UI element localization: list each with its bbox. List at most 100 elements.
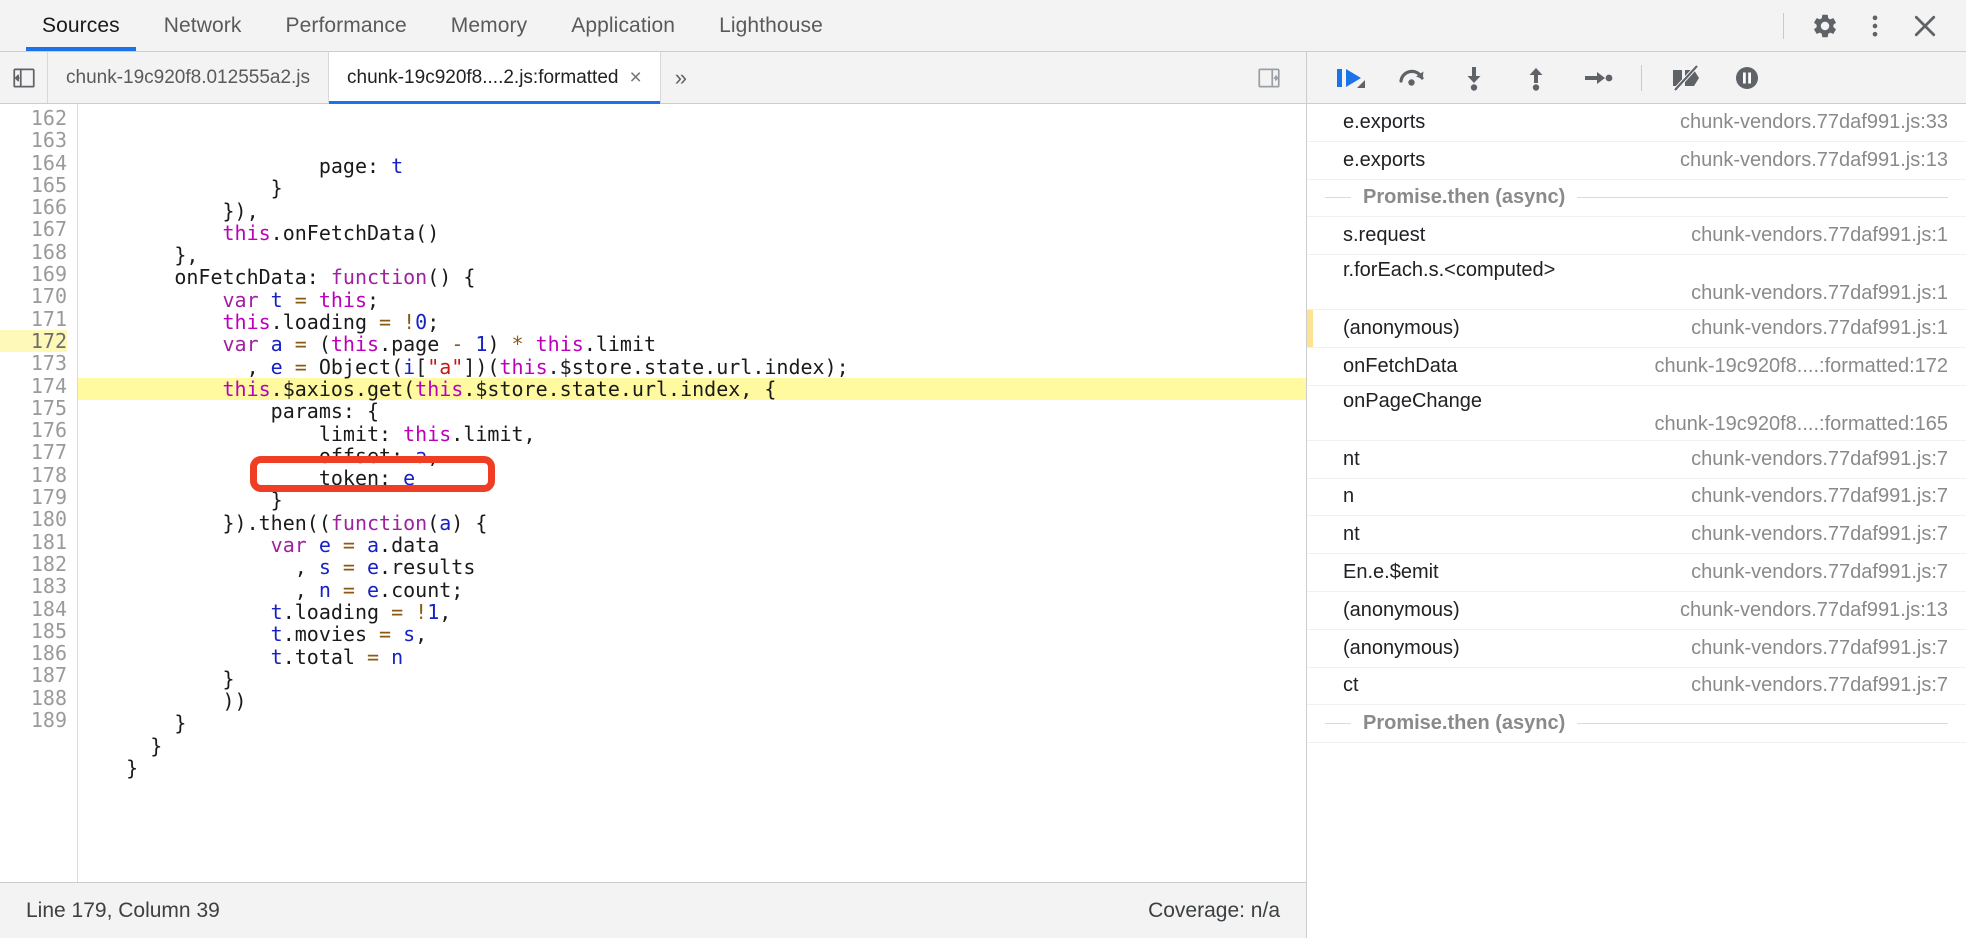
code-editor[interactable]: 162 163 164 165 166 167 168 169 170 171 172 173 174 1… xyxy=(0,104,1306,882)
code-line[interactable]: , s = e.results xyxy=(78,556,1306,578)
code-line[interactable]: page: t xyxy=(78,155,1306,177)
line-number[interactable]: 162 xyxy=(0,107,67,130)
code-line[interactable]: this.loading = !0; xyxy=(78,311,1306,333)
more-options-icon[interactable] xyxy=(1852,3,1898,49)
call-stack-frame[interactable]: onPageChange chunk-19c920f8....:formatted… xyxy=(1307,386,1966,441)
code-line[interactable]: }).then((function(a) { xyxy=(78,512,1306,534)
code-line[interactable]: this.$axios.get(this.$store.state.url.in… xyxy=(78,378,1306,401)
line-number[interactable]: 177 xyxy=(0,441,67,464)
line-number[interactable]: 188 xyxy=(0,686,67,709)
code-line[interactable]: } xyxy=(78,668,1306,690)
call-stack-frame[interactable]: e.exports chunk-vendors.77daf991.js:13 xyxy=(1307,142,1966,180)
panel-tab-application[interactable]: Application xyxy=(549,0,697,51)
call-stack-frame[interactable]: onFetchData chunk-19c920f8....:formatted:… xyxy=(1307,348,1966,386)
call-stack-frame[interactable]: s.request chunk-vendors.77daf991.js:1 xyxy=(1307,217,1966,256)
code-line[interactable]: var e = a.data xyxy=(78,534,1306,556)
line-number[interactable]: 183 xyxy=(0,575,67,598)
call-stack-frame-source: chunk-vendors.77daf991.js:33 xyxy=(1680,110,1948,133)
line-number[interactable]: 165 xyxy=(0,174,67,197)
line-number[interactable]: 181 xyxy=(0,530,67,553)
file-tab[interactable]: chunk-19c920f8.012555a2.js xyxy=(48,52,330,103)
code-line[interactable]: this.onFetchData() xyxy=(78,222,1306,244)
line-number[interactable]: 170 xyxy=(0,285,67,308)
line-number[interactable]: 184 xyxy=(0,597,67,620)
show-source-tabs-icon[interactable] xyxy=(1246,55,1292,101)
code-line[interactable]: } xyxy=(78,712,1306,734)
line-number[interactable]: 167 xyxy=(0,218,67,241)
step-icon[interactable] xyxy=(1573,56,1623,100)
more-file-tabs-icon[interactable]: » xyxy=(661,52,701,103)
call-stack-frame-source: chunk-vendors.77daf991.js:1 xyxy=(1691,282,1948,305)
code-token: var xyxy=(222,332,259,357)
file-tab[interactable]: chunk-19c920f8....2.js:formatted × xyxy=(329,52,661,104)
line-number[interactable]: 169 xyxy=(0,263,67,286)
call-stack-frame[interactable]: (anonymous) chunk-vendors.77daf991.js:13 xyxy=(1307,592,1966,630)
code-content[interactable]: page: t } }), this.onFetchData() }, onFe… xyxy=(78,104,1306,882)
line-number[interactable]: 166 xyxy=(0,196,67,219)
panel-tab-memory[interactable]: Memory xyxy=(429,0,549,51)
line-number[interactable]: 174 xyxy=(0,374,67,397)
call-stack-frame[interactable]: ct chunk-vendors.77daf991.js:7 xyxy=(1307,668,1966,706)
code-line[interactable]: }), xyxy=(78,199,1306,222)
line-number[interactable]: 187 xyxy=(0,664,67,687)
code-line[interactable]: , e = Object(i["a"])(this.$store.state.u… xyxy=(78,356,1306,378)
settings-icon[interactable] xyxy=(1802,3,1848,49)
code-line[interactable]: limit: this.limit, xyxy=(78,422,1306,445)
line-number[interactable]: 164 xyxy=(0,151,67,174)
code-line[interactable]: } xyxy=(78,757,1306,779)
call-stack-frame[interactable]: nt chunk-vendors.77daf991.js:7 xyxy=(1307,516,1966,555)
line-number[interactable]: 172 xyxy=(0,330,67,352)
code-token: a xyxy=(367,533,380,558)
code-line[interactable]: var t = this; xyxy=(78,289,1306,311)
code-line[interactable]: params: { xyxy=(78,400,1306,422)
panel-tab-sources[interactable]: Sources xyxy=(20,0,142,51)
line-number[interactable]: 178 xyxy=(0,463,67,486)
resume-script-execution-icon[interactable] xyxy=(1325,56,1375,100)
code-line[interactable]: token: e xyxy=(78,467,1306,489)
code-line[interactable]: , n = e.count; xyxy=(78,578,1306,601)
panel-tab-network[interactable]: Network xyxy=(142,0,264,51)
line-number[interactable]: 168 xyxy=(0,240,67,263)
code-line[interactable]: } xyxy=(78,177,1306,199)
line-number[interactable]: 171 xyxy=(0,307,67,330)
call-stack-frame[interactable]: r.forEach.s.<computed> chunk-vendors.77da… xyxy=(1307,255,1966,311)
step-over-next-function-call-icon[interactable] xyxy=(1387,56,1437,100)
line-number[interactable]: 180 xyxy=(0,508,67,531)
line-number[interactable]: 189 xyxy=(0,709,67,732)
line-number[interactable]: 176 xyxy=(0,419,67,442)
code-line[interactable]: t.total = n xyxy=(78,645,1306,668)
call-stack-frame[interactable]: e.exports chunk-vendors.77daf991.js:33 xyxy=(1307,104,1966,142)
code-line[interactable]: )) xyxy=(78,690,1306,712)
line-number[interactable]: 179 xyxy=(0,486,67,509)
code-line[interactable]: onFetchData: function() { xyxy=(78,266,1306,288)
panel-tab-performance[interactable]: Performance xyxy=(263,0,428,51)
pause-on-exceptions-icon[interactable] xyxy=(1722,56,1772,100)
code-line[interactable]: t.movies = s, xyxy=(78,623,1306,645)
line-number[interactable]: 185 xyxy=(0,620,67,643)
panel-tab-lighthouse[interactable]: Lighthouse xyxy=(697,0,845,51)
call-stack-frame[interactable]: nt chunk-vendors.77daf991.js:7 xyxy=(1307,441,1966,479)
line-number[interactable]: 182 xyxy=(0,553,67,576)
call-stack-frame[interactable]: (anonymous) chunk-vendors.77daf991.js:1 xyxy=(1307,310,1966,348)
call-stack-frame[interactable]: En.e.$emit chunk-vendors.77daf991.js:7 xyxy=(1307,554,1966,592)
line-number[interactable]: 163 xyxy=(0,129,67,152)
show-navigator-icon[interactable] xyxy=(0,52,48,103)
file-tab-close-icon[interactable]: × xyxy=(629,67,641,88)
code-line[interactable]: }, xyxy=(78,244,1306,266)
code-line[interactable]: offset: a, xyxy=(78,445,1306,467)
code-line[interactable]: } xyxy=(78,735,1306,757)
step-into-next-function-call-icon[interactable] xyxy=(1449,56,1499,100)
call-stack-list[interactable]: e.exports chunk-vendors.77daf991.js:33 e.e… xyxy=(1307,104,1966,938)
line-number[interactable]: 173 xyxy=(0,352,67,375)
step-out-of-current-function-icon[interactable] xyxy=(1511,56,1561,100)
call-stack-frame[interactable]: (anonymous) chunk-vendors.77daf991.js:7 xyxy=(1307,630,1966,668)
code-line[interactable]: } xyxy=(78,489,1306,511)
line-number[interactable]: 175 xyxy=(0,397,67,420)
close-icon[interactable] xyxy=(1902,3,1948,49)
line-number[interactable]: 186 xyxy=(0,642,67,665)
code-line[interactable]: var a = (this.page - 1) * this.limit xyxy=(78,333,1306,355)
deactivate-breakpoints-icon[interactable] xyxy=(1660,56,1710,100)
code-line[interactable]: t.loading = !1, xyxy=(78,601,1306,623)
call-stack-frame[interactable]: n chunk-vendors.77daf991.js:7 xyxy=(1307,479,1966,517)
